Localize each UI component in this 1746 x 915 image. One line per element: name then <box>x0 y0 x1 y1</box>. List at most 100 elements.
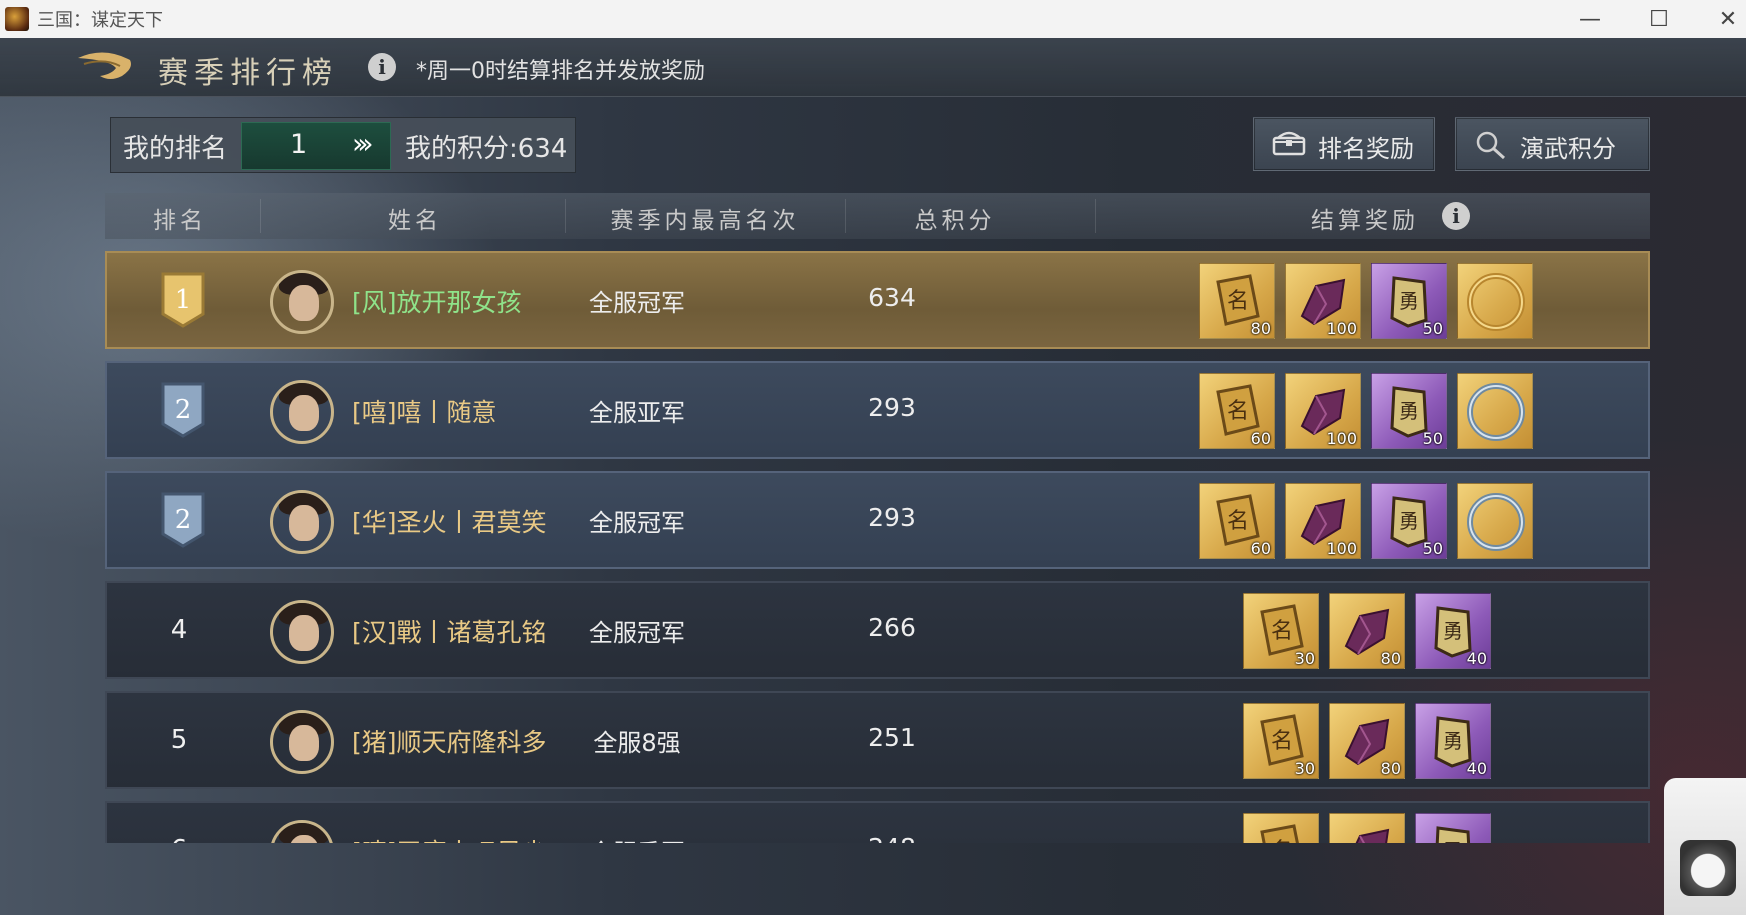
gem-reward[interactable]: 100 <box>1285 263 1361 339</box>
rank-badge-number: 2 <box>175 395 192 425</box>
close-button[interactable]: ✕ <box>1694 0 1746 38</box>
rank-banner-silver-icon: 2 <box>155 490 211 550</box>
best-rank: 全服冠军 <box>589 509 685 537</box>
back-arrow-icon[interactable] <box>74 46 136 86</box>
my-rank-panel: 我的排名 1 ››› 我的积分:634 <box>110 117 576 173</box>
svg-text:勇: 勇 <box>1399 399 1419 423</box>
my-score-label: 我的积分:634 <box>405 134 568 164</box>
gem-reward[interactable]: 80 <box>1329 703 1405 779</box>
name-card-reward[interactable]: 名 60 <box>1199 373 1275 449</box>
reward-count: 50 <box>1422 319 1443 338</box>
avatar[interactable] <box>270 490 334 554</box>
rank-number: 4 <box>170 615 188 645</box>
svg-text:勇: 勇 <box>1443 619 1463 643</box>
minimize-button[interactable]: — <box>1556 0 1624 38</box>
avatar[interactable] <box>270 380 334 444</box>
best-rank: 全服8强 <box>593 729 681 757</box>
info-icon[interactable]: i <box>368 53 396 81</box>
table-row[interactable]: 2 [嘻]嘻丨随意 全服亚军 293 名 60 100 勇 50 <box>105 361 1650 459</box>
header-divider <box>1095 199 1096 233</box>
gold-ring-reward[interactable] <box>1457 263 1533 339</box>
gem-reward[interactable]: 80 <box>1329 593 1405 669</box>
table-header: 排名 姓名 赛季内最高名次 总积分 结算奖励 i <box>105 193 1650 239</box>
reward-count: 100 <box>1326 539 1357 558</box>
table-row[interactable]: 1 [风]放开那女孩 全服冠军 634 名 80 100 勇 50 <box>105 251 1650 349</box>
reward-count: 50 <box>1422 429 1443 448</box>
table-row[interactable]: 4 [汉]戰丨诸葛孔铭 全服冠军 266 名 30 80 勇 40 <box>105 581 1650 679</box>
chest-icon <box>1272 130 1306 156</box>
total-score: 248 <box>817 833 967 843</box>
name-card-reward[interactable]: 名 30 <box>1243 703 1319 779</box>
reward-count: 40 <box>1466 649 1487 668</box>
my-rank-value: 1 <box>290 129 308 160</box>
col-rank: 排名 <box>153 208 207 234</box>
best-rank: 全服冠军 <box>589 289 685 317</box>
header-divider <box>260 199 261 233</box>
ranking-list[interactable]: 1 [风]放开那女孩 全服冠军 634 名 80 100 勇 50 2 [嘻]嘻… <box>105 251 1650 843</box>
gem-reward[interactable] <box>1329 813 1405 843</box>
table-row[interactable]: 5 [猪]顺天府隆科多 全服8强 251 名 30 80 勇 40 <box>105 691 1650 789</box>
player-name[interactable]: [猪]顺天府隆科多 <box>352 723 547 759</box>
svg-text:勇: 勇 <box>1443 839 1463 843</box>
player-name[interactable]: [嘻]天庭丨叹风尘 <box>352 833 547 843</box>
rank-number: 5 <box>170 725 188 755</box>
player-name[interactable]: [风]放开那女孩 <box>352 283 522 319</box>
settlement-notice: *周一0时结算排名并发放奖励 <box>416 59 705 84</box>
gem-reward[interactable]: 100 <box>1285 373 1361 449</box>
token-reward[interactable]: 勇 40 <box>1415 593 1491 669</box>
token-reward[interactable]: 勇 50 <box>1371 263 1447 339</box>
col-best-rank: 赛季内最高名次 <box>610 208 800 234</box>
rank-badge-number: 2 <box>175 505 192 535</box>
token-reward[interactable]: 勇 50 <box>1371 373 1447 449</box>
app-icon <box>5 7 29 31</box>
rank-rewards-button[interactable]: 排名奖励 <box>1253 117 1435 171</box>
rank-badge-number: 1 <box>175 285 192 315</box>
player-name[interactable]: [汉]戰丨诸葛孔铭 <box>352 613 547 649</box>
my-rank-label: 我的排名 <box>123 134 228 164</box>
avatar[interactable] <box>270 820 334 843</box>
page-header: 赛季排行榜 i *周一0时结算排名并发放奖励 <box>0 38 1746 97</box>
table-row[interactable]: 6 [嘻]天庭丨叹风尘 全服季军 248 名 勇 <box>105 801 1650 843</box>
svg-text:名: 名 <box>1271 839 1293 843</box>
table-row[interactable]: 2 [华]圣火丨君莫笑 全服冠军 293 名 60 100 勇 50 <box>105 471 1650 569</box>
total-score: 293 <box>868 393 916 422</box>
reward-count: 30 <box>1294 759 1315 778</box>
side-chat-panel[interactable] <box>1664 778 1746 915</box>
search-icon <box>1474 130 1508 160</box>
cat-avatar-icon[interactable] <box>1680 840 1736 896</box>
silver-ring-reward[interactable] <box>1457 373 1533 449</box>
maximize-button[interactable]: ☐ <box>1625 0 1693 38</box>
total-score: 634 <box>868 283 916 312</box>
window-title: 三国：谋定天下 <box>37 10 163 31</box>
gem-reward[interactable]: 100 <box>1285 483 1361 559</box>
header-divider <box>565 199 566 233</box>
reward-count: 30 <box>1294 649 1315 668</box>
reward-count: 100 <box>1326 319 1357 338</box>
svg-text:勇: 勇 <box>1399 289 1419 313</box>
col-reward: 结算奖励 <box>1311 208 1419 234</box>
avatar[interactable] <box>270 600 334 664</box>
name-card-reward[interactable]: 名 60 <box>1199 483 1275 559</box>
reward-count: 60 <box>1250 429 1271 448</box>
player-name[interactable]: [嘻]嘻丨随意 <box>352 393 497 429</box>
player-name[interactable]: [华]圣火丨君莫笑 <box>352 503 547 539</box>
drill-points-button[interactable]: 演武积分 <box>1455 117 1650 171</box>
best-rank: 全服冠军 <box>589 619 685 647</box>
token-reward[interactable]: 勇 <box>1415 813 1491 843</box>
name-card-reward[interactable]: 名 30 <box>1243 593 1319 669</box>
total-score: 266 <box>868 613 916 642</box>
name-card-reward[interactable]: 名 80 <box>1199 263 1275 339</box>
reward-count: 80 <box>1380 649 1401 668</box>
avatar[interactable] <box>270 710 334 774</box>
silver-ring-reward[interactable] <box>1457 483 1533 559</box>
token-reward[interactable]: 勇 40 <box>1415 703 1491 779</box>
svg-text:名: 名 <box>1227 509 1249 534</box>
double-chevron-right-icon: ››› <box>352 127 373 160</box>
token-reward[interactable]: 勇 50 <box>1371 483 1447 559</box>
name-card-reward[interactable]: 名 <box>1243 813 1319 843</box>
my-rank-locate-button[interactable]: 1 ››› <box>241 122 391 170</box>
avatar[interactable] <box>270 270 334 334</box>
reward-count: 60 <box>1250 539 1271 558</box>
reward-info-icon[interactable]: i <box>1442 202 1470 230</box>
svg-text:勇: 勇 <box>1443 729 1463 753</box>
